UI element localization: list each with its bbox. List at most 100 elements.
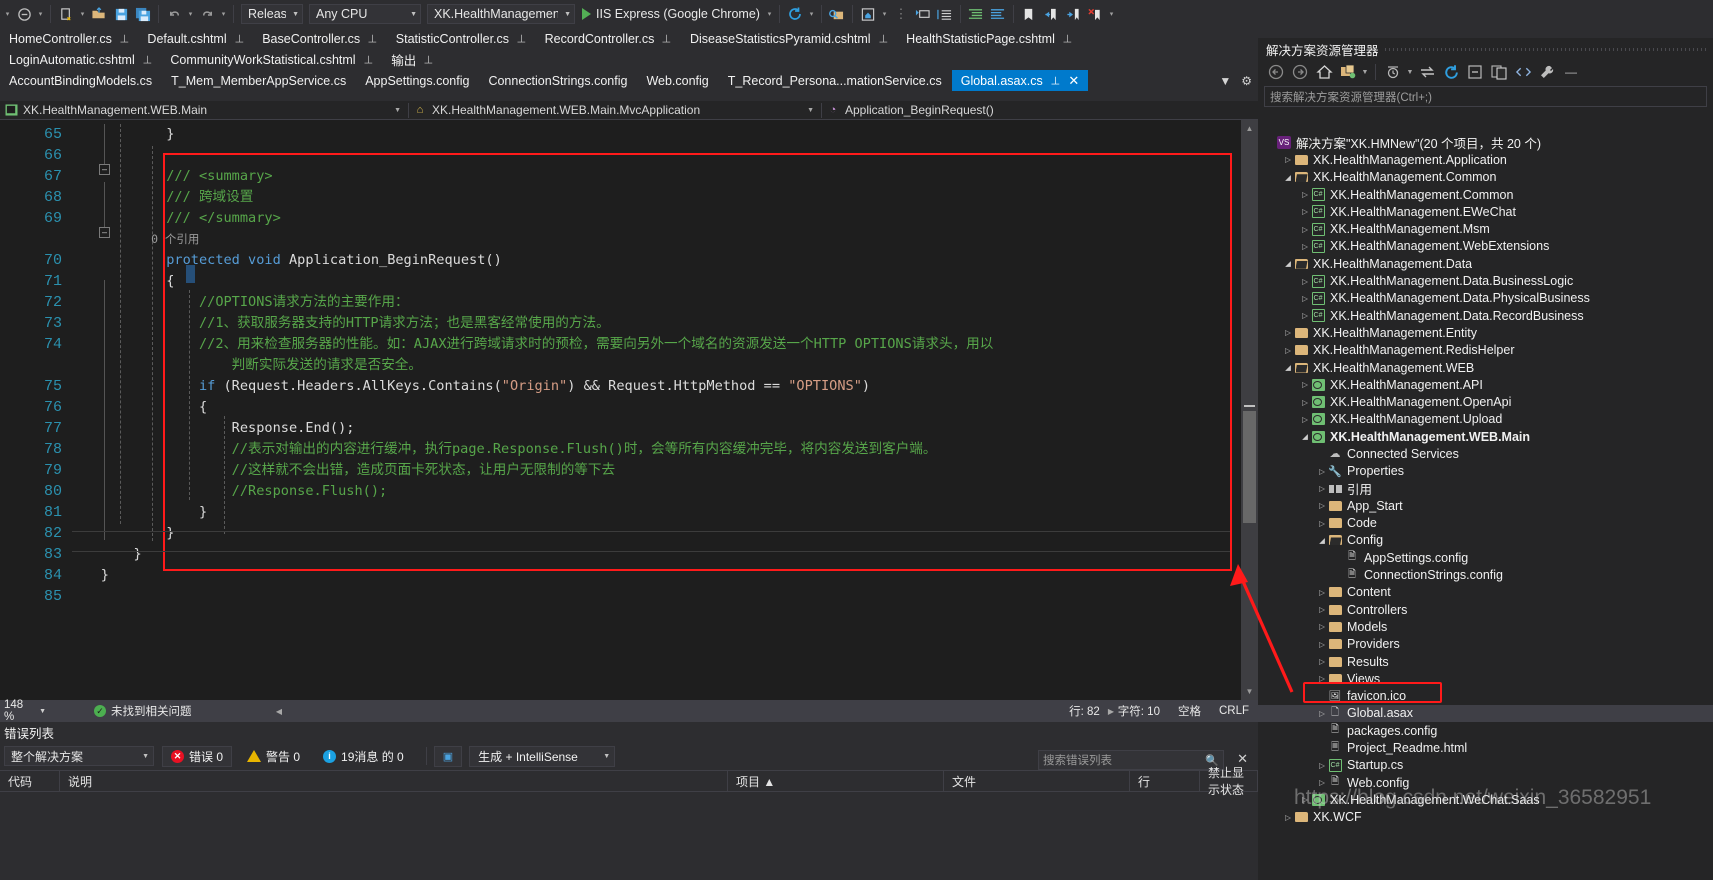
solution-tree-item[interactable]: ▷ Code bbox=[1258, 515, 1713, 532]
warnings-filter-button[interactable]: 警告 0 bbox=[239, 746, 308, 767]
pin-icon[interactable]: ⊣ bbox=[1060, 34, 1073, 44]
solution-configuration-combo[interactable]: Release ▼ bbox=[241, 4, 303, 24]
chevron-right-icon[interactable]: ▷ bbox=[1300, 415, 1310, 424]
solution-tree-item[interactable]: 🗎 ConnectionStrings.config bbox=[1258, 566, 1713, 583]
bookmark-icon[interactable] bbox=[1018, 3, 1040, 25]
solution-tree-item[interactable]: ▷ C# XK.HealthManagement.EWeChat bbox=[1258, 203, 1713, 220]
collapse-all-icon[interactable] bbox=[1463, 61, 1487, 83]
solution-tree[interactable]: VS 解决方案"XK.HMNew"(20 个项目，共 20 个) ▷ XK.Healt… bbox=[1258, 134, 1713, 880]
navigate-forward-icon[interactable] bbox=[1288, 61, 1312, 83]
refresh-caret-icon[interactable]: ▾ bbox=[806, 3, 817, 25]
chevron-right-icon[interactable]: ▷ bbox=[1300, 207, 1310, 216]
navbar-type-dropdown[interactable]: ⌂ XK.HealthManagement.WEB.Main.MvcApplic… bbox=[409, 101, 821, 120]
pin-icon[interactable]: ⊣ bbox=[422, 55, 435, 65]
solution-tree-item[interactable]: ▷ App_Start bbox=[1258, 497, 1713, 514]
chevron-right-icon[interactable]: ▷ bbox=[1317, 709, 1327, 718]
solution-tree-item[interactable]: ▷ C# XK.HealthManagement.Msm bbox=[1258, 220, 1713, 237]
editor-horizontal-scrollbar[interactable]: ◀ ▶ bbox=[272, 704, 1118, 718]
refresh-icon[interactable] bbox=[784, 3, 806, 25]
pin-icon[interactable]: ⊣ bbox=[365, 34, 378, 44]
error-list-column-header[interactable]: 代码 bbox=[0, 770, 60, 792]
error-list-column-header[interactable]: 文件 bbox=[944, 770, 1130, 792]
solution-tree-item[interactable]: ◢ Config bbox=[1258, 532, 1713, 549]
document-tab[interactable]: AccountBindingModels.cs bbox=[0, 70, 163, 91]
solution-tree-item[interactable]: ▷ Content bbox=[1258, 584, 1713, 601]
pin-icon[interactable]: ⊣ bbox=[660, 34, 673, 44]
chevron-down-icon[interactable]: ◢ bbox=[1317, 536, 1327, 545]
open-file-icon[interactable] bbox=[88, 3, 110, 25]
new-item-icon[interactable] bbox=[55, 3, 77, 25]
error-scope-combo[interactable]: 整个解决方案 ▼ bbox=[4, 746, 154, 766]
startup-project-combo[interactable]: XK.HealthManagement.WEB.Ma ▼ bbox=[427, 4, 575, 24]
home-caret-icon[interactable]: ▾ bbox=[879, 3, 890, 25]
solution-tree-item[interactable]: ▷ C# XK.HealthManagement.WebExtensions bbox=[1258, 238, 1713, 255]
pin-icon[interactable]: ⊣ bbox=[876, 34, 889, 44]
document-tab[interactable]: Web.config bbox=[637, 70, 719, 91]
indent-icon[interactable] bbox=[934, 3, 956, 25]
issues-indicator[interactable]: ✓ 未找到相关问题 bbox=[94, 703, 192, 719]
build-filter-combo[interactable]: 生成 + IntelliSense ▼ bbox=[469, 745, 616, 767]
sync-with-active-document-icon[interactable] bbox=[1415, 61, 1439, 83]
solution-tree-item[interactable]: ▷ 🗋 Global.asax bbox=[1258, 704, 1713, 723]
new-item-caret-icon[interactable]: ▾ bbox=[77, 3, 88, 25]
chevron-right-icon[interactable]: ▷ bbox=[1317, 657, 1327, 666]
solution-tree-item[interactable]: ▷ C# Startup.cs bbox=[1258, 757, 1713, 774]
document-tab[interactable]: BaseController.cs ⊣ bbox=[253, 28, 387, 49]
pin-icon[interactable]: ⊣ bbox=[1048, 76, 1061, 86]
error-list-column-header[interactable]: 禁止显示状态 bbox=[1200, 766, 1258, 797]
chevron-right-icon[interactable]: ▷ bbox=[1283, 346, 1293, 355]
solution-tree-item[interactable]: 🗏 Project_Readme.html bbox=[1258, 739, 1713, 756]
solution-tree-item[interactable]: ◢ XK.HealthManagement.Common bbox=[1258, 169, 1713, 186]
zoom-level-combo[interactable]: 148 % ▼ bbox=[0, 699, 52, 723]
error-list-column-header[interactable]: 项目 ▲ bbox=[728, 770, 944, 792]
document-tab[interactable]: StatisticController.cs ⊣ bbox=[386, 28, 536, 49]
chevron-right-icon[interactable]: ▷ bbox=[1317, 501, 1327, 510]
chevron-right-icon[interactable]: ▷ bbox=[1283, 328, 1293, 337]
document-tab[interactable]: AppSettings.config bbox=[356, 70, 480, 91]
chevron-right-icon[interactable]: ▷ bbox=[1300, 190, 1310, 199]
chevron-right-icon[interactable]: ▷ bbox=[1317, 467, 1327, 476]
pin-icon[interactable]: ⊣ bbox=[232, 34, 245, 44]
solution-tree-item[interactable]: ▷ XK.WCF bbox=[1258, 809, 1713, 826]
solution-tree-item[interactable]: ▷ C# XK.HealthManagement.Data.BusinessLogi… bbox=[1258, 272, 1713, 289]
document-tab[interactable]: LoginAutomatic.cshtml ⊣ bbox=[0, 49, 162, 70]
chevron-right-icon[interactable]: ▷ bbox=[1283, 155, 1293, 164]
chevron-right-icon[interactable]: ▷ bbox=[1317, 588, 1327, 597]
chevron-down-icon[interactable]: ◢ bbox=[1283, 259, 1293, 268]
chevron-right-icon[interactable]: ▷ bbox=[1283, 813, 1293, 822]
solution-tree-item[interactable]: ▷ Results bbox=[1258, 653, 1713, 670]
navigate-back-icon[interactable] bbox=[13, 3, 35, 25]
tab-list-dropdown-icon[interactable]: ▼ bbox=[1219, 74, 1231, 88]
chevron-right-icon[interactable]: ▷ bbox=[1317, 640, 1327, 649]
start-debug-caret-icon[interactable]: ▾ bbox=[764, 3, 775, 25]
document-tab[interactable]: T_Mem_MemberAppService.cs bbox=[162, 70, 357, 91]
comment-lines-icon[interactable] bbox=[965, 3, 987, 25]
back-caret-icon[interactable]: ▾ bbox=[35, 3, 46, 25]
errors-filter-button[interactable]: ✕ 错误 0 bbox=[162, 745, 233, 767]
error-search-input[interactable]: 搜索错误列表 🔍 bbox=[1038, 750, 1224, 770]
document-tab[interactable]: ConnectionStrings.config bbox=[479, 70, 638, 91]
navbar-project-dropdown[interactable]: XK.HealthManagement.WEB.Main ▼ bbox=[0, 101, 408, 120]
editor-vertical-scrollbar[interactable]: ▲ ▼ bbox=[1241, 120, 1258, 700]
home-icon[interactable] bbox=[857, 3, 879, 25]
solution-tree-item[interactable]: ▷ C# XK.HealthManagement.Data.RecordBusine… bbox=[1258, 307, 1713, 324]
solution-tree-item[interactable]: ▷ XK.HealthManagement.RedisHelper bbox=[1258, 342, 1713, 359]
chevron-right-icon[interactable]: ▷ bbox=[1300, 311, 1310, 320]
solution-tree-item[interactable]: ▷ C# XK.HealthManagement.Common bbox=[1258, 186, 1713, 203]
solution-platform-combo[interactable]: Any CPU ▼ bbox=[309, 4, 421, 24]
document-tab[interactable]: HomeController.cs ⊣ bbox=[0, 28, 139, 49]
document-tab[interactable]: CommunityWorkStatistical.cshtml ⊣ bbox=[161, 49, 383, 70]
solution-tree-item[interactable]: ▷ XK.HealthManagement.Entity bbox=[1258, 324, 1713, 341]
chevron-right-icon[interactable]: ▷ bbox=[1317, 484, 1327, 493]
solution-tree-item[interactable]: ▷ Controllers bbox=[1258, 601, 1713, 618]
chevron-right-icon[interactable]: ▷ bbox=[1300, 398, 1310, 407]
pin-icon[interactable]: ⊣ bbox=[140, 55, 153, 65]
uncomment-lines-icon[interactable] bbox=[987, 3, 1009, 25]
chevron-right-icon[interactable]: ▷ bbox=[1317, 674, 1327, 683]
solution-tree-item[interactable]: ▷ Providers bbox=[1258, 636, 1713, 653]
pin-icon[interactable]: ⊣ bbox=[514, 34, 527, 44]
intellisense-toggle-button[interactable]: ▣ bbox=[433, 745, 463, 767]
undo-icon[interactable] bbox=[163, 3, 185, 25]
next-bookmark-icon[interactable] bbox=[1062, 3, 1084, 25]
solution-tree-item[interactable]: ▷ Views bbox=[1258, 670, 1713, 687]
